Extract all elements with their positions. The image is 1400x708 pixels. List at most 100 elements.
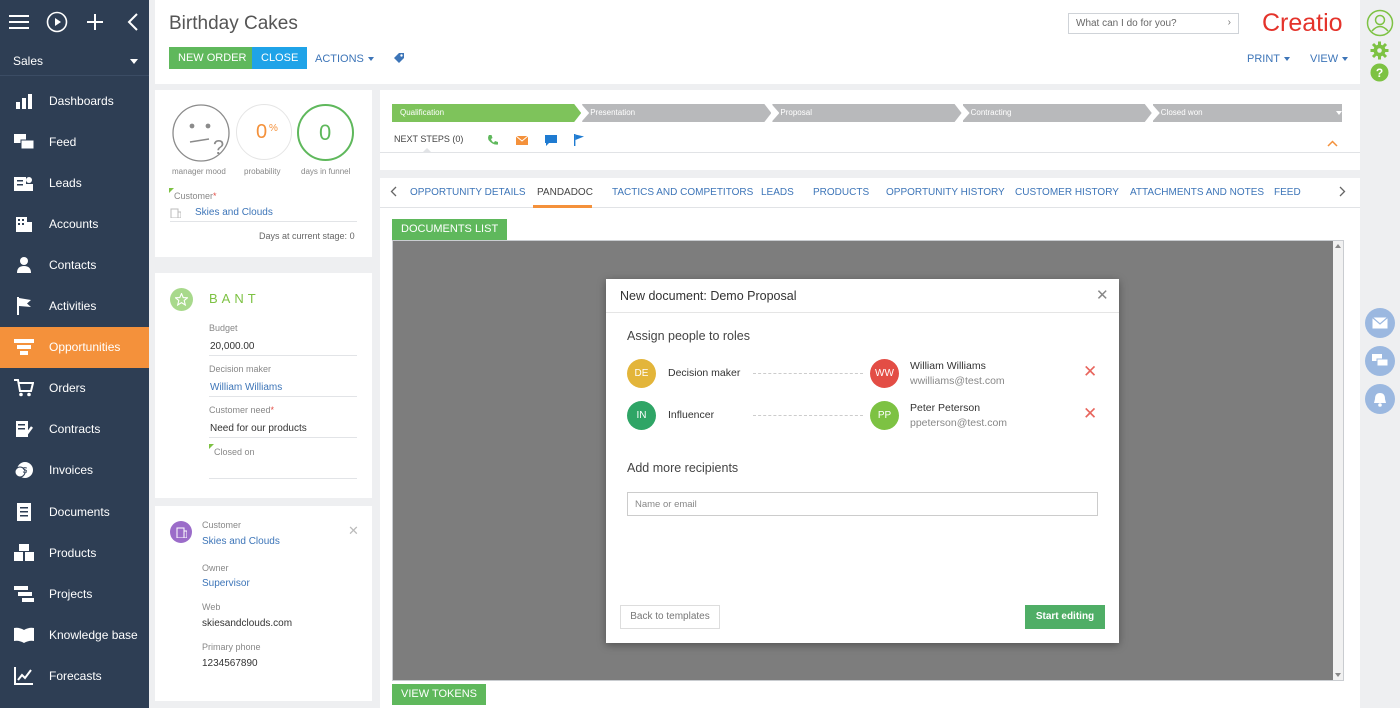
scrollbar[interactable] xyxy=(1333,241,1343,680)
chevron-down-icon[interactable] xyxy=(1336,111,1342,115)
chevron-left-icon[interactable] xyxy=(390,186,397,200)
next-steps-label[interactable]: NEXT STEPS (0) xyxy=(394,134,463,144)
tab-customer-history[interactable]: CUSTOMER HISTORY xyxy=(1015,187,1119,198)
customer-link[interactable]: Skies and Clouds xyxy=(195,207,273,218)
sidebar-item-activities[interactable]: Activities xyxy=(0,286,149,327)
person-email: wwilliams@test.com xyxy=(910,375,1005,387)
recipient-input[interactable]: Name or email xyxy=(627,492,1098,516)
new-order-button[interactable]: NEW ORDER xyxy=(169,47,256,69)
notification-icon[interactable] xyxy=(1365,384,1395,414)
sidebar-item-invoices[interactable]: $ Invoices xyxy=(0,450,149,491)
stage-presentation[interactable]: Presentation xyxy=(582,104,771,122)
probability-unit: % xyxy=(269,123,278,134)
knowledge-base-icon xyxy=(14,625,34,645)
tab-products[interactable]: PRODUCTS xyxy=(813,187,869,198)
chat-icon[interactable] xyxy=(1365,346,1395,376)
decision-maker-link[interactable]: William Williams xyxy=(210,382,282,393)
feed-icon xyxy=(14,132,34,152)
close-icon[interactable]: ✕ xyxy=(1096,286,1109,304)
email-icon[interactable] xyxy=(1365,308,1395,338)
chevron-down-icon[interactable] xyxy=(1335,673,1341,677)
view-tokens-button[interactable]: VIEW TOKENS xyxy=(392,684,487,705)
person-name[interactable]: William Williams xyxy=(910,360,986,372)
actions-menu[interactable]: ACTIONS xyxy=(315,53,374,65)
stage-proposal[interactable]: Proposal xyxy=(772,104,961,122)
close-icon[interactable]: ✕ xyxy=(348,523,359,539)
sidebar-item-contacts[interactable]: Contacts xyxy=(0,244,149,285)
sidebar-item-documents[interactable]: Documents xyxy=(0,491,149,532)
contracts-icon xyxy=(14,419,34,439)
page-title: Birthday Cakes xyxy=(169,13,298,34)
tab-tactics-and-competitors[interactable]: TACTICS AND COMPETITORS xyxy=(612,187,753,198)
new-document-dialog: New document: Demo Proposal ✕ Assign peo… xyxy=(606,279,1119,643)
stage-qualification[interactable]: Qualification xyxy=(392,104,581,122)
sidebar-item-products[interactable]: Products xyxy=(0,532,149,573)
chat-icon[interactable] xyxy=(545,135,557,149)
flag-icon[interactable] xyxy=(574,134,584,149)
owner-label: Owner xyxy=(202,563,229,573)
person-name[interactable]: Peter Peterson xyxy=(910,402,980,414)
profile-icon[interactable] xyxy=(1366,9,1394,40)
tag-icon[interactable] xyxy=(393,52,405,67)
svg-text:$: $ xyxy=(23,466,28,475)
help-icon[interactable]: ? xyxy=(1370,63,1389,85)
sidebar-item-forecasts[interactable]: Forecasts xyxy=(0,655,149,696)
opportunities-icon xyxy=(14,337,34,357)
sidebar-item-dashboards[interactable]: Dashboards xyxy=(0,80,149,121)
days-at-stage: Days at current stage: 0 xyxy=(259,231,355,241)
search-input[interactable]: What can I do for you? › xyxy=(1068,13,1239,34)
tab-leads[interactable]: LEADS xyxy=(761,187,794,198)
view-menu[interactable]: VIEW xyxy=(1310,53,1349,65)
remove-icon[interactable]: ✕ xyxy=(1083,404,1097,424)
tab-pandadoc[interactable]: PANDADOC xyxy=(537,187,593,198)
customer-link[interactable]: Skies and Clouds xyxy=(202,536,280,547)
person-avatar: WW xyxy=(870,359,899,388)
view-label: VIEW xyxy=(1310,53,1339,65)
back-to-templates-button[interactable]: Back to templates xyxy=(620,605,720,629)
collapse-icon[interactable] xyxy=(122,11,144,33)
recipient-placeholder: Name or email xyxy=(635,499,697,510)
remove-icon[interactable]: ✕ xyxy=(1083,362,1097,382)
tab-opportunity-details[interactable]: OPPORTUNITY DETAILS xyxy=(410,187,526,198)
workspace-select[interactable]: Sales xyxy=(0,46,149,76)
start-editing-button[interactable]: Start editing xyxy=(1025,605,1105,629)
svg-text:?: ? xyxy=(213,137,224,159)
sidebar-item-feed[interactable]: Feed xyxy=(0,121,149,162)
sidebar-item-opportunities[interactable]: Opportunities xyxy=(0,326,149,368)
phone-value[interactable]: 1234567890 xyxy=(202,658,258,669)
sidebar-item-contracts[interactable]: Contracts xyxy=(0,409,149,450)
sidebar-item-knowledge-base[interactable]: Knowledge base xyxy=(0,614,149,655)
web-value[interactable]: skiesandclouds.com xyxy=(202,618,292,629)
menu-icon[interactable] xyxy=(8,11,30,33)
tab-opportunity-history[interactable]: OPPORTUNITY HISTORY xyxy=(886,187,1005,198)
documents-list-button[interactable]: DOCUMENTS LIST xyxy=(392,219,508,240)
chevron-right-icon[interactable] xyxy=(1339,186,1346,200)
tab-attachments-and-notes[interactable]: ATTACHMENTS AND NOTES xyxy=(1130,187,1264,198)
orders-icon xyxy=(14,378,34,398)
close-button[interactable]: CLOSE xyxy=(252,47,308,69)
owner-link[interactable]: Supervisor xyxy=(202,578,250,589)
sidebar-item-projects[interactable]: Projects xyxy=(0,573,149,614)
call-icon[interactable] xyxy=(487,134,499,149)
documents-icon xyxy=(14,502,34,522)
budget-value[interactable]: 20,000.00 xyxy=(210,341,255,352)
chevron-up-icon[interactable] xyxy=(1327,138,1338,150)
tab-feed[interactable]: FEED xyxy=(1274,187,1301,198)
customer-need-value[interactable]: Need for our products xyxy=(210,423,307,434)
workspace-label: Sales xyxy=(13,54,44,68)
sidebar-item-leads[interactable]: Leads xyxy=(0,162,149,203)
sidebar-item-orders[interactable]: Orders xyxy=(0,368,149,409)
play-icon[interactable] xyxy=(46,11,68,33)
chevron-up-icon[interactable] xyxy=(1335,244,1341,248)
print-menu[interactable]: PRINT xyxy=(1247,53,1290,65)
sidebar-item-accounts[interactable]: Accounts xyxy=(0,203,149,244)
customer-field-label: Customer* xyxy=(174,191,217,201)
gear-icon[interactable] xyxy=(1370,41,1389,63)
add-icon[interactable] xyxy=(84,11,106,33)
stage-contracting[interactable]: Contracting xyxy=(963,104,1152,122)
email-icon[interactable] xyxy=(515,135,529,148)
sidebar: Sales Dashboards Feed Leads Accounts Contact… xyxy=(0,0,149,708)
closed-on-field[interactable] xyxy=(209,478,357,479)
chevron-down-icon xyxy=(1342,57,1349,62)
stage-closed-won[interactable]: Closed won xyxy=(1152,104,1342,122)
